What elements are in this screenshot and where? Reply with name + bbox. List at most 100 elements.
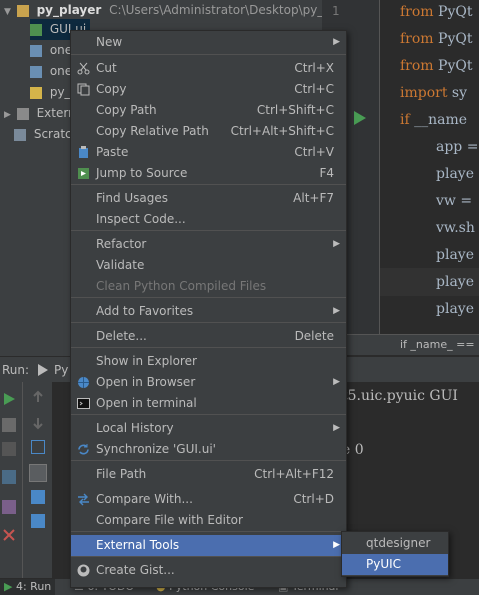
code-line: vw = [436,193,473,209]
menu-item-find-usages[interactable]: Find Usages Alt+F7 [71,188,346,209]
menu-separator [71,322,346,323]
menu-item-open-in-browser[interactable]: Open in Browser ▶ [71,372,346,393]
terminal-icon [77,398,90,409]
jump-icon [78,168,89,179]
menu-item-show-in-explorer[interactable]: Show in Explorer [71,351,346,372]
stop-icon[interactable] [2,418,16,432]
paste-icon [79,146,88,158]
menu-item-label: Paste [96,145,129,159]
menu-item-label: New [96,35,123,49]
menu-item-open-in-terminal[interactable]: Open in terminal [71,393,346,414]
menu-item-copy-path[interactable]: Copy Path Ctrl+Shift+C [71,100,346,121]
menu-item-label: Validate [96,258,145,272]
menu-item-label: Clean Python Compiled Files [96,279,267,293]
rerun-icon[interactable] [2,392,16,406]
menu-item-shortcut: Ctrl+Shift+C [256,103,334,117]
code-line: if __name [400,112,468,128]
python-file-icon [30,44,42,57]
github-icon [77,564,90,577]
menu-item-label: Compare With... [96,492,193,506]
menu-item-local-history[interactable]: Local History ▶ [71,418,346,439]
code-line: import sy [400,85,468,101]
submenu-arrow-icon: ▶ [333,239,340,249]
tree-item-one-2[interactable]: one [30,61,72,82]
menu-item-compare-with[interactable]: Compare With... Ctrl+D [71,489,346,510]
scratches-icon [14,128,26,141]
menu-item-shortcut: Ctrl+C [294,82,334,96]
code-editor[interactable]: from PyQt from PyQt from PyQt import sy … [380,0,479,334]
tree-root[interactable]: ▼ py_player C:\Users\Administrator\Deskt… [4,0,322,21]
cut-icon [77,62,90,75]
submenu-arrow-icon: ▶ [333,306,340,316]
arrow-up-icon[interactable] [31,390,45,404]
menu-item-inspect-code[interactable]: Inspect Code... [71,209,346,230]
console-line: t5.uic.pyuic GUI [342,388,458,404]
menu-item-label: Find Usages [96,191,169,205]
scroll-to-end-icon[interactable] [29,464,47,482]
code-line: from PyQt [400,4,473,20]
run-tab[interactable]: Py [54,363,68,377]
menu-item-cut[interactable]: Cut Ctrl+X [71,58,346,79]
submenu-item-pyuic[interactable]: PyUIC [342,554,448,575]
menu-item-shortcut: Ctrl+V [294,145,334,159]
folder-icon [16,4,29,17]
menu-item-new[interactable]: New ▶ [71,32,346,53]
tree-item-one-1[interactable]: one [30,40,72,61]
restore-layout-icon[interactable] [2,470,16,484]
menu-item-create-gist[interactable]: Create Gist... [71,560,346,581]
arrow-down-icon[interactable] [31,416,45,430]
menu-item-label: Cut [96,61,117,75]
menu-item-validate[interactable]: Validate [71,255,346,276]
menu-item-refactor[interactable]: Refactor ▶ [71,234,346,255]
menu-separator [71,54,346,55]
menu-item-file-path[interactable]: File Path Ctrl+Alt+F12 [71,464,346,485]
menu-item-delete[interactable]: Delete... Delete [71,326,346,347]
menu-item-label: Open in Browser [96,375,196,389]
code-line: app = [436,139,479,155]
menu-item-label: Open in terminal [96,396,197,410]
tab-label: 4: Run [15,580,52,593]
ui-file-icon [30,23,42,36]
code-line: playe [436,274,474,290]
menu-item-copy-relative-path[interactable]: Copy Relative Path Ctrl+Alt+Shift+C [71,121,346,142]
chevron-down-icon: ▼ [4,7,11,17]
menu-item-external-tools[interactable]: External Tools ▶ [71,535,346,556]
menu-item-compare-file-with-editor[interactable]: Compare File with Editor [71,510,346,531]
menu-item-paste[interactable]: Paste Ctrl+V [71,142,346,163]
menu-item-shortcut: Ctrl+D [293,492,334,506]
code-line: playe [436,301,474,317]
run-side-toolbar-2 [22,382,53,578]
tab-run[interactable]: ▶ 4: Run [0,579,56,595]
menu-item-jump-to-source[interactable]: Jump to Source F4 [71,163,346,184]
pause-icon[interactable] [2,442,16,456]
external-tools-submenu: qtdesigner PyUIC [341,531,449,577]
menu-separator [71,297,346,298]
run-gutter-icon[interactable] [354,111,366,125]
menu-item-label: Inspect Code... [96,212,186,226]
menu-item-clean-python-compiled-files: Clean Python Compiled Files [71,276,346,297]
library-icon [16,107,29,120]
pin-icon[interactable] [2,500,16,514]
submenu-arrow-icon: ▶ [333,377,340,387]
code-line: vw.sh [436,220,475,236]
menu-separator [71,556,346,557]
menu-item-label: File Path [96,467,147,481]
close-icon[interactable] [2,528,16,542]
menu-item-synchronize-gui-ui[interactable]: Synchronize 'GUI.ui' [71,439,346,460]
menu-item-copy[interactable]: Copy Ctrl+C [71,79,346,100]
menu-item-label: Compare File with Editor [96,513,243,527]
breadcrumb-label: if _name_ == [400,338,475,351]
run-icon: ▶ [4,580,13,593]
menu-item-shortcut: F4 [319,166,334,180]
menu-item-label: External Tools [96,538,180,552]
tree-item-py[interactable]: py_ [30,82,71,103]
soft-wrap-icon[interactable] [31,440,45,454]
sync-icon [78,444,89,455]
menu-item-label: Copy Path [96,103,157,117]
print-icon[interactable] [31,490,45,504]
menu-item-label: Local History [96,421,174,435]
menu-item-add-to-favorites[interactable]: Add to Favorites ▶ [71,301,346,322]
trash-icon[interactable] [31,514,45,528]
submenu-item-qtdesigner[interactable]: qtdesigner [342,533,448,554]
submenu-arrow-icon: ▶ [333,540,340,550]
